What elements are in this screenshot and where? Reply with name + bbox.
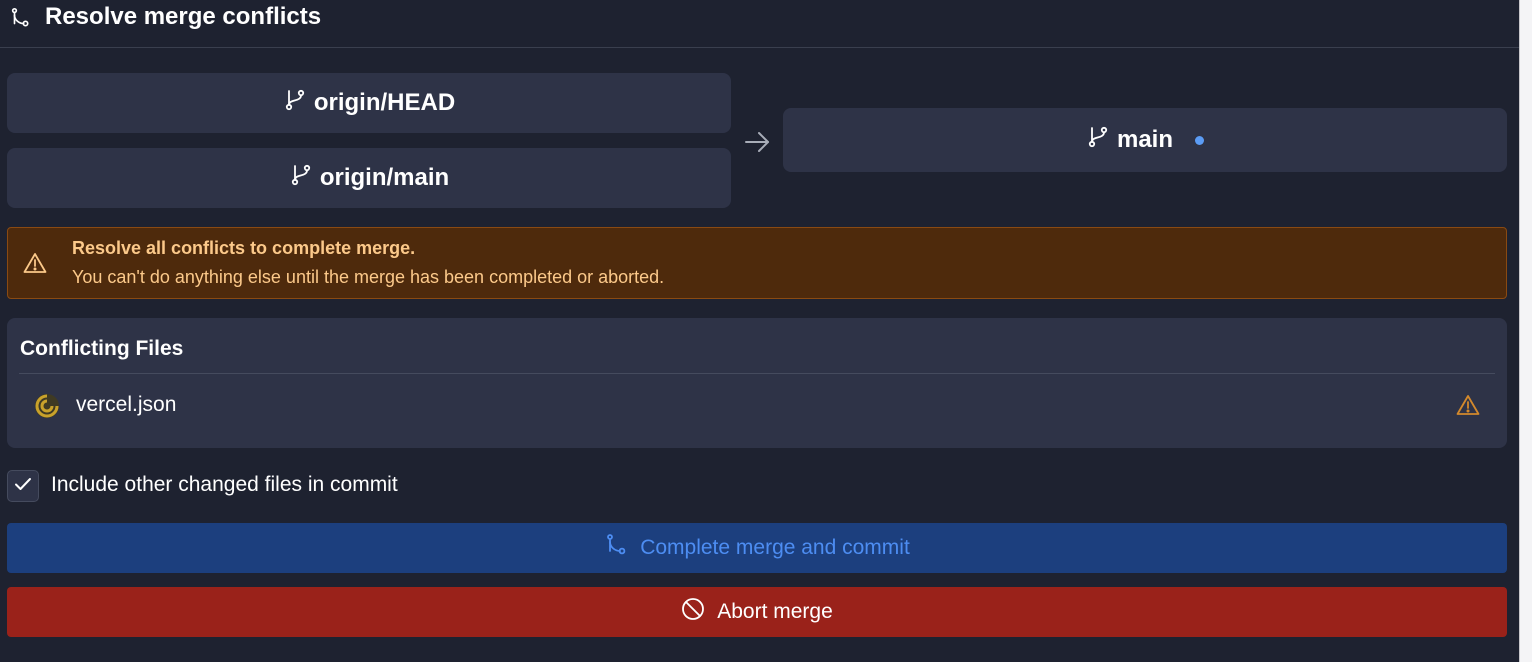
ban-icon (681, 597, 717, 627)
warning-icon (23, 252, 47, 274)
abort-merge-button[interactable]: Abort merge (7, 587, 1507, 637)
include-other-files-label[interactable]: Include other changed files in commit (51, 473, 398, 497)
source-branch-label: origin/main (319, 164, 450, 191)
merge-warning-banner: Resolve all conflicts to complete merge.… (7, 227, 1507, 299)
complete-merge-button[interactable]: Complete merge and commit (7, 523, 1507, 573)
include-other-files-checkbox[interactable] (7, 470, 39, 502)
current-branch-indicator (1195, 135, 1204, 145)
file-row-vercel-json[interactable]: vercel.json (7, 375, 1507, 435)
git-branch-icon (283, 88, 314, 119)
git-branch-icon (289, 163, 320, 194)
arrow-right-icon (743, 128, 771, 156)
source-branch-label: origin/HEAD (313, 89, 456, 116)
abort-merge-label: Abort merge (717, 600, 833, 623)
divider (19, 373, 1495, 374)
conflicting-files-panel: Conflicting Files vercel.json (7, 318, 1507, 448)
target-branch-label: main (1116, 126, 1173, 153)
target-branch-main[interactable]: main (783, 108, 1507, 172)
json-file-icon (34, 393, 60, 419)
conflicting-files-title: Conflicting Files (20, 337, 184, 360)
checkmark-icon (13, 474, 33, 499)
dialog-title: Resolve merge conflicts (45, 3, 322, 30)
warning-title: Resolve all conflicts to complete merge. (72, 238, 416, 258)
source-branch-origin-main[interactable]: origin/main (7, 148, 731, 208)
scrollbar-track[interactable] (1519, 0, 1532, 662)
dialog-header: Resolve merge conflicts (0, 0, 1519, 48)
source-branch-origin-head[interactable]: origin/HEAD (7, 73, 731, 133)
complete-merge-label: Complete merge and commit (640, 536, 910, 559)
warning-icon (1456, 394, 1480, 416)
git-merge-icon (9, 7, 31, 29)
file-name: vercel.json (76, 393, 177, 416)
warning-message: You can't do anything else until the mer… (72, 267, 665, 287)
git-merge-icon (604, 533, 640, 563)
git-branch-icon (1086, 125, 1117, 156)
